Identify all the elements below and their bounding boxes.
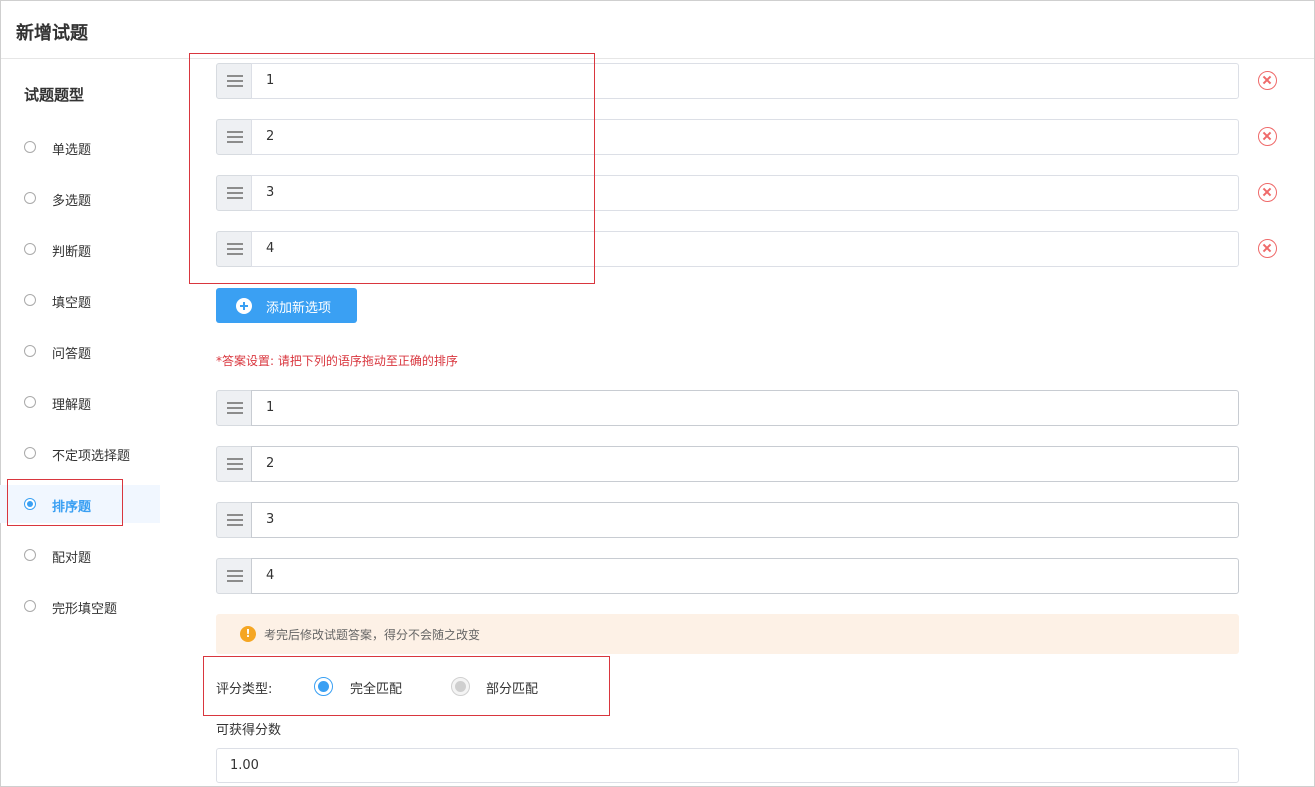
option-input[interactable]: 1 [251, 63, 1239, 99]
drag-handle-icon[interactable] [216, 119, 252, 155]
drag-handle-icon[interactable] [216, 446, 252, 482]
option-input[interactable]: 3 [251, 175, 1239, 211]
radio-icon[interactable] [24, 141, 36, 153]
radio-full-match[interactable] [314, 677, 333, 696]
option-row: 1 [216, 63, 1277, 99]
answer-item: 4 [251, 558, 1239, 594]
partial-match-label[interactable]: 部分匹配 [486, 678, 538, 697]
drag-handle-icon[interactable] [216, 390, 252, 426]
answer-row[interactable]: 4 [216, 558, 1239, 594]
option-input[interactable]: 2 [251, 119, 1239, 155]
type-matching[interactable]: 配对题 [0, 536, 160, 574]
warning-icon: ! [240, 626, 256, 642]
type-cloze[interactable]: 完形填空题 [0, 587, 160, 625]
option-row: 4 [216, 231, 1277, 267]
type-true-false[interactable]: 判断题 [0, 230, 160, 268]
drag-handle-icon[interactable] [216, 502, 252, 538]
radio-icon[interactable] [24, 345, 36, 357]
add-option-button[interactable]: 添加新选项 [216, 288, 357, 323]
radio-icon[interactable] [24, 243, 36, 255]
page-header: 新增试题 [1, 1, 1314, 59]
radio-icon[interactable] [24, 447, 36, 459]
add-option-label: 添加新选项 [266, 301, 332, 316]
type-label: 单选题 [52, 143, 92, 158]
radio-partial-match[interactable] [451, 677, 470, 696]
drag-handle-icon[interactable] [216, 63, 252, 99]
delete-circle-icon[interactable] [1258, 127, 1277, 146]
answer-hint: *答案设置: 请把下列的语序拖动至正确的排序 [216, 354, 458, 368]
drag-handle-icon[interactable] [216, 558, 252, 594]
points-input[interactable]: 1.00 [216, 748, 1239, 783]
type-label: 多选题 [52, 194, 92, 209]
type-single-choice[interactable]: 单选题 [0, 128, 160, 166]
delete-circle-icon[interactable] [1258, 71, 1277, 90]
type-label: 不定项选择题 [52, 449, 131, 464]
sidebar-title: 试题题型 [24, 86, 85, 104]
plus-circle-icon [236, 298, 252, 314]
points-label: 可获得分数 [216, 723, 282, 738]
type-label: 问答题 [52, 347, 92, 362]
drag-handle-icon[interactable] [216, 231, 252, 267]
type-label: 判断题 [52, 245, 92, 260]
full-match-label[interactable]: 完全匹配 [350, 678, 402, 697]
type-label: 完形填空题 [52, 602, 118, 617]
question-type-sidebar: 试题题型 单选题 多选题 判断题 填空题 问答题 理解题 不定项选择题 排序题 … [0, 60, 160, 787]
notice-text: 考完后修改试题答案，得分不会随之改变 [264, 628, 481, 642]
type-multiple-choice[interactable]: 多选题 [0, 179, 160, 217]
delete-circle-icon[interactable] [1258, 183, 1277, 202]
type-fill-blank[interactable]: 填空题 [0, 281, 160, 319]
scoring-type-label: 评分类型: [216, 682, 273, 697]
type-ordering[interactable]: 排序题 [0, 485, 160, 523]
radio-icon[interactable] [24, 600, 36, 612]
type-label: 排序题 [52, 500, 92, 515]
answer-row[interactable]: 2 [216, 446, 1239, 482]
answer-item: 3 [251, 502, 1239, 538]
option-input[interactable]: 4 [251, 231, 1239, 267]
type-comprehension[interactable]: 理解题 [0, 383, 160, 421]
radio-icon[interactable] [24, 192, 36, 204]
type-essay[interactable]: 问答题 [0, 332, 160, 370]
delete-circle-icon[interactable] [1258, 239, 1277, 258]
type-indefinite-choice[interactable]: 不定项选择题 [0, 434, 160, 472]
type-label: 配对题 [52, 551, 92, 566]
radio-icon[interactable] [24, 294, 36, 306]
answer-item: 1 [251, 390, 1239, 426]
answer-row[interactable]: 1 [216, 390, 1239, 426]
page-title: 新增试题 [16, 23, 88, 44]
option-row: 3 [216, 175, 1277, 211]
type-label: 理解题 [52, 398, 92, 413]
option-row: 2 [216, 119, 1277, 155]
answer-row[interactable]: 3 [216, 502, 1239, 538]
radio-icon[interactable] [24, 549, 36, 561]
answer-item: 2 [251, 446, 1239, 482]
radio-selected-icon[interactable] [24, 498, 36, 510]
notice-banner: ! 考完后修改试题答案，得分不会随之改变 [216, 614, 1239, 654]
type-label: 填空题 [52, 296, 92, 311]
drag-handle-icon[interactable] [216, 175, 252, 211]
radio-icon[interactable] [24, 396, 36, 408]
